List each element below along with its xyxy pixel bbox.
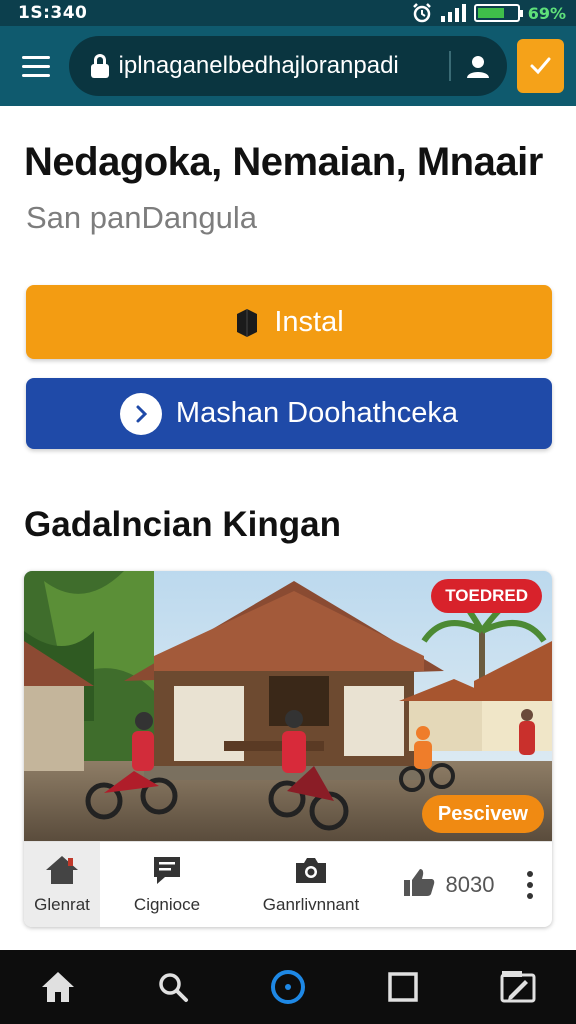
signal-icon xyxy=(440,4,466,22)
alarm-icon xyxy=(411,2,433,24)
section-title: Gadalncian Kingan xyxy=(24,505,341,544)
assistant-circle-icon[interactable] xyxy=(258,957,318,1017)
page-title: Nedagoka, Nemaian, Mnaair xyxy=(24,140,543,184)
chevron-right-icon xyxy=(119,392,162,435)
package-icon xyxy=(234,306,260,338)
more-options-icon[interactable] xyxy=(508,842,552,927)
bottom-navigation xyxy=(0,950,576,1024)
camera-label: Ganrlivnnant xyxy=(262,895,360,914)
comment-label: Cignioce xyxy=(133,895,201,914)
install-label: Instal xyxy=(274,305,344,338)
feature-card: TOEDRED Pescivew Glenrat Cignioce Ganrli… xyxy=(24,571,552,927)
general-label: Glenrat xyxy=(34,895,90,914)
address-bar[interactable]: iplnaganelbedhajloranpadi xyxy=(68,36,507,96)
install-button[interactable]: Instal xyxy=(26,285,552,359)
status-time: 1S:340 xyxy=(18,3,88,23)
status-icons: 69% xyxy=(411,2,566,24)
general-tab[interactable]: Glenrat xyxy=(24,842,100,927)
search-icon[interactable] xyxy=(143,957,203,1017)
thumbs-up-icon xyxy=(402,866,436,904)
home-icon[interactable] xyxy=(28,957,88,1017)
image-edit-icon[interactable] xyxy=(488,957,548,1017)
camera-icon xyxy=(293,854,329,891)
battery-level xyxy=(477,8,504,18)
like-count: 8030 xyxy=(445,871,495,897)
card-action-bar: Glenrat Cignioce Ganrlivnnant 8030 xyxy=(24,841,552,927)
battery-icon xyxy=(473,4,523,22)
lock-icon xyxy=(90,54,109,78)
like-action[interactable]: 8030 xyxy=(388,842,508,927)
square-icon[interactable] xyxy=(373,957,433,1017)
bookmark-check-icon[interactable] xyxy=(516,39,564,93)
hamburger-menu-icon[interactable] xyxy=(22,46,59,86)
preview-button[interactable]: Pescivew xyxy=(421,795,544,833)
url-divider xyxy=(448,51,451,81)
profile-icon[interactable] xyxy=(463,51,493,81)
page-subtitle: San panDangula xyxy=(26,200,257,235)
url-text[interactable]: iplnaganelbedhajloranpadi xyxy=(119,52,437,80)
battery-percent: 69% xyxy=(527,3,566,23)
comment-icon xyxy=(151,854,183,891)
camera-action[interactable]: Ganrlivnnant xyxy=(234,842,388,927)
status-bar: 1S:340 69% xyxy=(0,0,576,26)
comment-action[interactable]: Cignioce xyxy=(100,842,234,927)
featured-badge: TOEDRED xyxy=(431,579,542,613)
home-icon xyxy=(44,854,80,891)
secondary-action-label: Mashan Doohathceka xyxy=(175,397,459,429)
browser-toolbar: iplnaganelbedhajloranpadi xyxy=(0,26,576,106)
secondary-action-button[interactable]: Mashan Doohathceka xyxy=(26,378,552,449)
